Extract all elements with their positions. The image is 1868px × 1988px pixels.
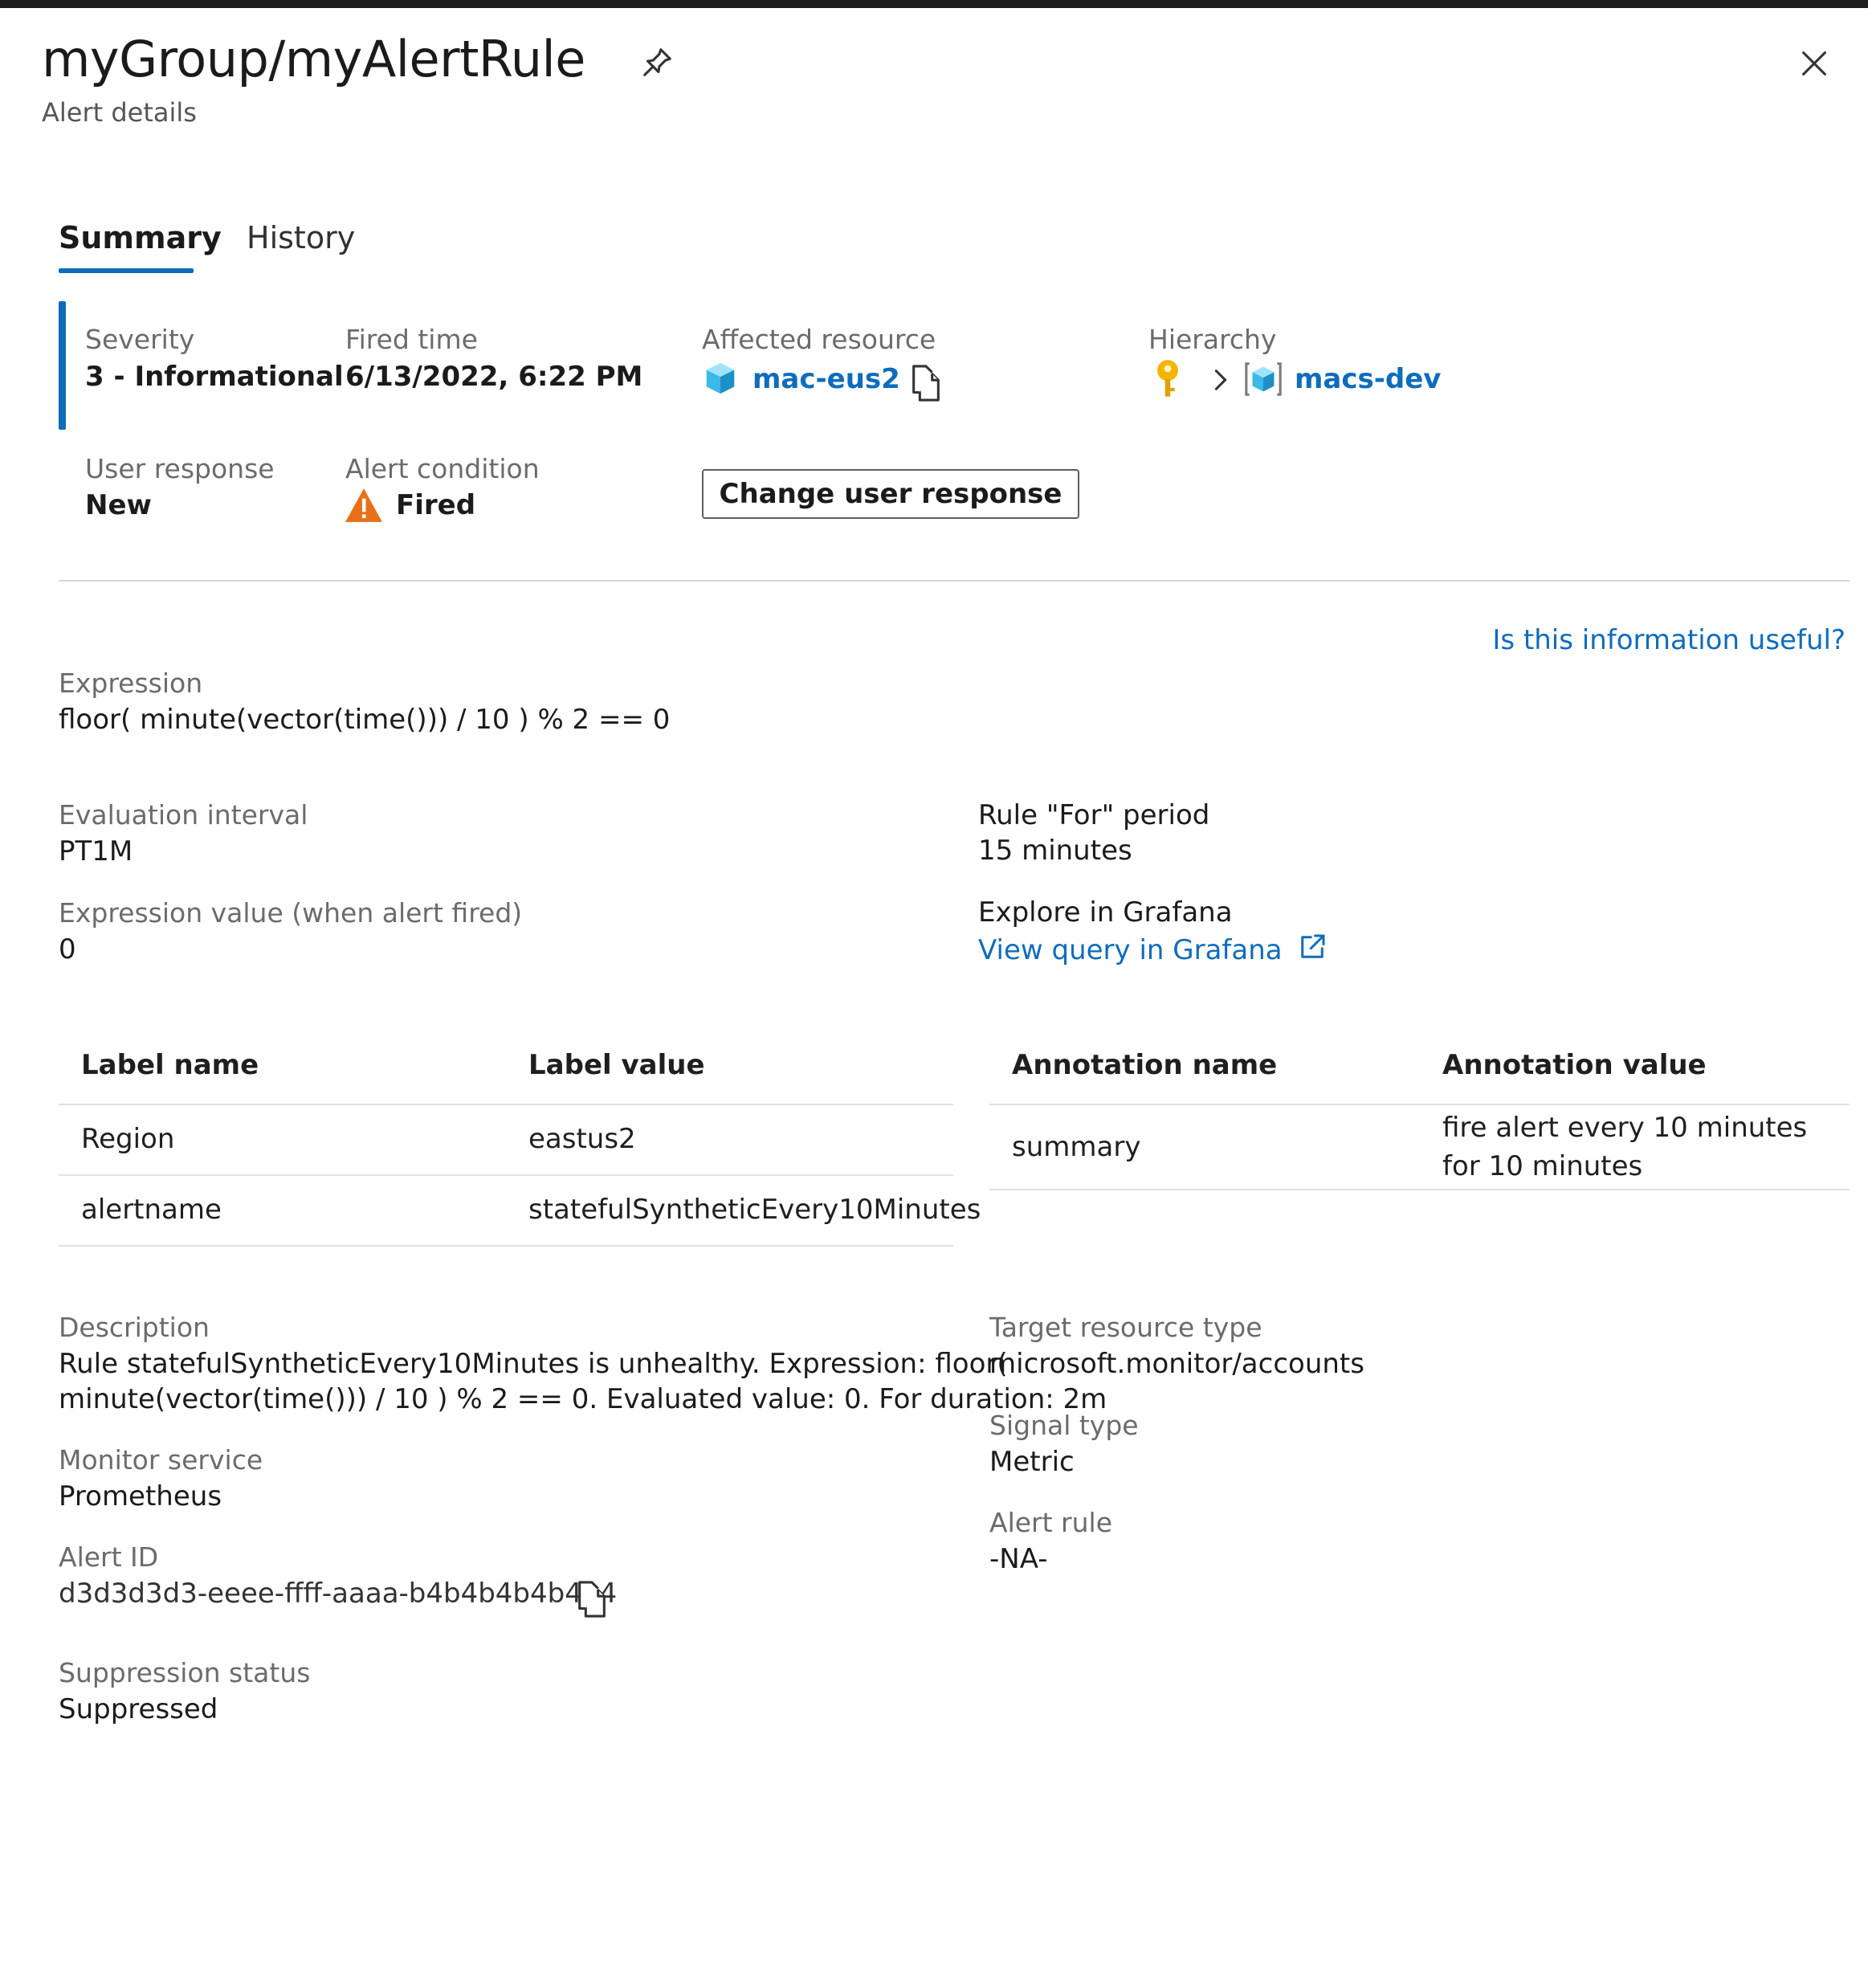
- annotation-name-cell: summary: [1012, 1131, 1141, 1163]
- hierarchy-link[interactable]: macs-dev: [1295, 361, 1441, 397]
- label-value-cell: eastus2: [528, 1123, 636, 1155]
- rule-for-value: 15 minutes: [978, 835, 1132, 867]
- label-value-cell: statefulSyntheticEvery10Minutes: [528, 1194, 981, 1226]
- label-value-header: Label value: [528, 1049, 705, 1081]
- rule-for-label: Rule "For" period: [978, 799, 1210, 831]
- annotation-value-header: Annotation value: [1442, 1049, 1707, 1081]
- expression-value-label: Expression value (when alert fired): [59, 897, 523, 929]
- annotations-bottom-divider: [989, 1189, 1850, 1190]
- expression-label: Expression: [59, 667, 203, 699]
- evaluation-interval-value: PT1M: [59, 835, 133, 867]
- target-resource-type-label: Target resource type: [989, 1312, 1262, 1343]
- signal-type-value: Metric: [989, 1446, 1075, 1478]
- monitor-service-value: Prometheus: [59, 1480, 222, 1512]
- alert-rule-label: Alert rule: [989, 1507, 1112, 1538]
- severity-accent-bar: [59, 301, 66, 430]
- annotation-name-header: Annotation name: [1012, 1049, 1278, 1081]
- summary-divider: [59, 580, 1850, 582]
- expression-value: floor( minute(vector(time())) / 10 ) % 2…: [59, 704, 671, 736]
- user-response-value: New: [85, 489, 152, 521]
- fired-time-value: 6/13/2022, 6:22 PM: [345, 361, 643, 393]
- suppression-status-value: Suppressed: [59, 1693, 218, 1725]
- suppression-status-label: Suppression status: [59, 1657, 311, 1688]
- hierarchy-label: Hierarchy: [1148, 324, 1277, 355]
- label-name-cell: Region: [81, 1123, 175, 1155]
- user-response-label: User response: [85, 453, 275, 484]
- change-user-response-button[interactable]: Change user response: [702, 469, 1079, 519]
- close-icon[interactable]: [1796, 45, 1833, 82]
- page-title: myGroup/myAlertRule: [42, 30, 585, 88]
- alert-condition-value: Fired: [396, 489, 476, 521]
- active-tab-indicator: [59, 268, 194, 273]
- description-line-1: Rule statefulSyntheticEvery10Minutes is …: [59, 1348, 1008, 1380]
- page-subtitle: Alert details: [42, 97, 197, 128]
- description-label: Description: [59, 1312, 210, 1343]
- labels-bottom-divider: [59, 1245, 953, 1247]
- pin-icon[interactable]: [638, 44, 675, 81]
- tab-history[interactable]: History: [247, 218, 355, 257]
- external-link-icon: [1295, 930, 1329, 973]
- evaluation-interval-label: Evaluation interval: [59, 799, 308, 831]
- alert-id-value: d3d3d3d3-eeee-ffff-aaaa-b4b4b4b4b4b4: [59, 1578, 618, 1610]
- labels-header-divider: [59, 1104, 953, 1105]
- target-resource-type-value: microsoft.monitor/accounts: [989, 1348, 1364, 1380]
- view-query-grafana-link[interactable]: View query in Grafana: [978, 930, 1329, 973]
- key-icon: [1153, 358, 1182, 403]
- warning-icon: [344, 487, 384, 527]
- alert-rule-value: -NA-: [989, 1543, 1048, 1575]
- signal-type-label: Signal type: [989, 1410, 1139, 1441]
- expression-value-value: 0: [59, 933, 76, 965]
- copy-icon[interactable]: [907, 363, 944, 406]
- affected-resource-label: Affected resource: [702, 324, 936, 355]
- chevron-right-icon: [1211, 366, 1230, 397]
- annotation-value-cell: fire alert every 10 minutes for 10 minut…: [1442, 1112, 1808, 1182]
- feedback-link[interactable]: Is this information useful?: [1492, 623, 1846, 658]
- alert-id-label: Alert ID: [59, 1541, 159, 1573]
- cube-icon: [702, 360, 739, 400]
- view-query-grafana-text: View query in Grafana: [978, 934, 1283, 966]
- explore-grafana-label: Explore in Grafana: [978, 896, 1233, 929]
- label-name-header: Label name: [81, 1049, 259, 1081]
- resource-group-icon: [1243, 360, 1283, 402]
- copy-icon[interactable]: [573, 1579, 610, 1623]
- fired-time-label: Fired time: [345, 324, 478, 355]
- label-name-cell: alertname: [81, 1194, 222, 1226]
- affected-resource-link[interactable]: mac-eus2: [753, 361, 900, 397]
- alert-condition-label: Alert condition: [345, 453, 540, 484]
- labels-row-divider: [59, 1174, 953, 1176]
- severity-label: Severity: [85, 324, 195, 355]
- tab-summary[interactable]: Summary: [59, 218, 222, 257]
- monitor-service-label: Monitor service: [59, 1444, 263, 1476]
- description-line-2: minute(vector(time())) / 10 ) % 2 == 0. …: [59, 1383, 1107, 1415]
- top-bar: [0, 0, 1868, 8]
- severity-value: 3 - Informational: [85, 361, 344, 393]
- annotations-header-divider: [989, 1104, 1850, 1105]
